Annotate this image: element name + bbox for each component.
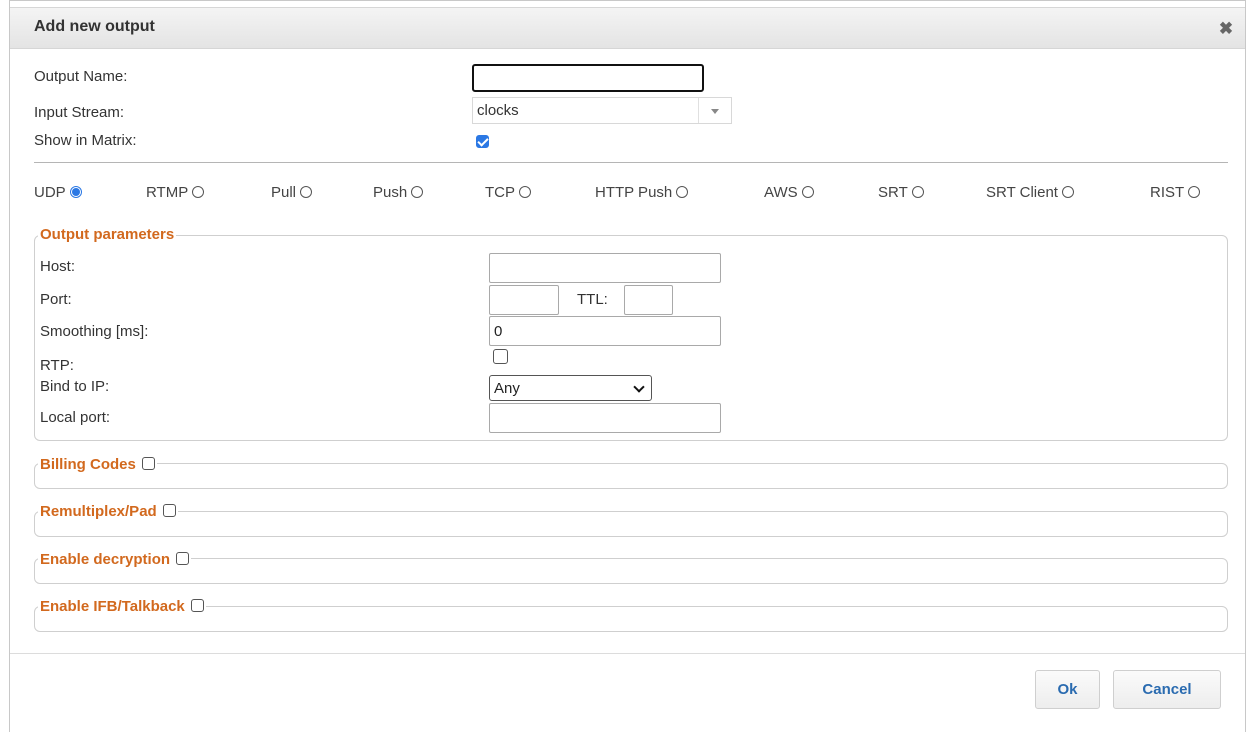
ttl-label: TTL:: [577, 291, 608, 308]
bind-to-ip-value: Any: [494, 380, 520, 397]
radio-label: SRT Client: [986, 184, 1058, 201]
radio-http-push[interactable]: HTTP Push: [595, 184, 689, 201]
remultiplex-legend: Remultiplex/Pad: [38, 503, 178, 520]
radio-button[interactable]: [300, 186, 313, 198]
ifb-talkback-checkbox[interactable]: [190, 599, 204, 612]
bind-to-ip-label: Bind to IP:: [40, 378, 110, 395]
radio-button[interactable]: [676, 186, 689, 198]
combo-arrow-button[interactable]: [698, 98, 731, 123]
radio-rtmp[interactable]: RTMP: [146, 184, 205, 201]
radio-button[interactable]: [411, 186, 424, 198]
radio-button[interactable]: [69, 186, 82, 198]
radio-tcp[interactable]: TCP: [485, 184, 531, 201]
show-in-matrix-label: Show in Matrix:: [34, 132, 137, 149]
ifb-talkback-fieldset: [34, 606, 1228, 632]
host-label: Host:: [40, 258, 76, 275]
rtp-checkbox[interactable]: [493, 349, 508, 364]
radio-label: AWS: [764, 184, 798, 201]
input-stream-value: clocks: [477, 102, 519, 119]
radio-udp[interactable]: UDP: [34, 184, 82, 201]
billing-codes-fieldset: [34, 463, 1228, 489]
billing-codes-checkbox[interactable]: [141, 457, 155, 470]
ifb-talkback-legend: Enable IFB/Talkback: [38, 598, 206, 615]
decryption-legend: Enable decryption: [38, 551, 192, 568]
local-port-input[interactable]: [489, 403, 721, 433]
ifb-talkback-label: Enable IFB/Talkback: [40, 598, 185, 615]
remultiplex-label: Remultiplex/Pad: [40, 503, 157, 520]
smoothing-input[interactable]: [489, 316, 721, 346]
host-input[interactable]: [489, 253, 721, 283]
dialog-title: Add new output: [34, 18, 155, 35]
divider: [34, 162, 1228, 163]
radio-srt[interactable]: SRT: [878, 184, 924, 201]
cancel-button[interactable]: Cancel: [1113, 670, 1221, 709]
radio-pull[interactable]: Pull: [271, 184, 313, 201]
local-port-label: Local port:: [40, 409, 111, 426]
show-in-matrix-checkbox[interactable]: [476, 135, 489, 148]
output-name-label: Output Name:: [34, 68, 128, 85]
smoothing-label: Smoothing [ms]:: [40, 323, 149, 340]
output-parameters-legend: Output parameters: [38, 226, 177, 243]
decryption-label: Enable decryption: [40, 551, 171, 568]
radio-label: RIST: [1150, 184, 1185, 201]
radio-button[interactable]: [1188, 186, 1201, 198]
remultiplex-checkbox[interactable]: [162, 504, 176, 517]
output-name-input[interactable]: [472, 64, 704, 92]
input-stream-label: Input Stream:: [34, 104, 125, 121]
radio-push[interactable]: Push: [373, 184, 424, 201]
billing-codes-label: Billing Codes: [40, 456, 136, 473]
input-stream-select[interactable]: clocks: [472, 97, 732, 124]
radio-button[interactable]: [1061, 186, 1074, 198]
billing-codes-legend: Billing Codes: [38, 456, 157, 473]
dialog-titlebar: Add new output ✖: [10, 7, 1245, 49]
radio-label: HTTP Push: [595, 184, 673, 201]
ttl-input[interactable]: [624, 285, 673, 315]
radio-button[interactable]: [801, 186, 814, 198]
rtp-label: RTP:: [40, 357, 74, 374]
remultiplex-fieldset: [34, 511, 1228, 537]
radio-button[interactable]: [192, 186, 205, 198]
radio-label: Pull: [271, 184, 297, 201]
ok-button[interactable]: Ok: [1035, 670, 1100, 709]
radio-button[interactable]: [911, 186, 924, 198]
chevron-down-icon: [633, 381, 645, 393]
radio-srt-client[interactable]: SRT Client: [986, 184, 1074, 201]
radio-label: UDP: [34, 184, 66, 201]
decryption-fieldset: [34, 558, 1228, 584]
port-input[interactable]: [489, 285, 559, 315]
radio-label: RTMP: [146, 184, 189, 201]
radio-label: Push: [373, 184, 408, 201]
chevron-down-icon: [711, 109, 719, 114]
radio-rist[interactable]: RIST: [1150, 184, 1201, 201]
radio-label: TCP: [485, 184, 515, 201]
radio-label: SRT: [878, 184, 908, 201]
decryption-checkbox[interactable]: [176, 552, 190, 565]
port-label: Port:: [40, 291, 72, 308]
radio-aws[interactable]: AWS: [764, 184, 814, 201]
bind-to-ip-select[interactable]: Any: [489, 375, 652, 401]
radio-button[interactable]: [519, 186, 531, 198]
footer-divider: [10, 653, 1245, 654]
close-icon[interactable]: ✖: [1217, 20, 1235, 39]
add-output-dialog: Add new output ✖ Output Name: Input Stre…: [9, 0, 1246, 732]
